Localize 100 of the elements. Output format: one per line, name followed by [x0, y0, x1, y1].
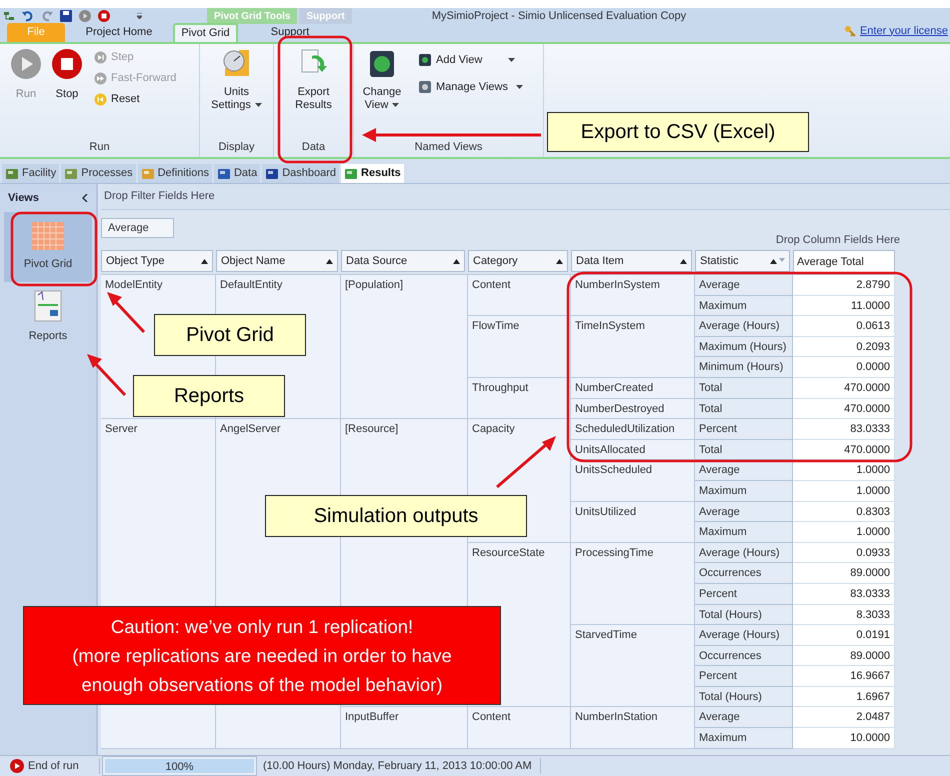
statistic-cell: Average — [695, 707, 793, 728]
statistic-cell: Average — [695, 275, 793, 296]
fast-forward-icon — [94, 72, 107, 84]
stop-icon — [51, 48, 83, 80]
value-cell: 10.0000 — [793, 728, 895, 749]
simulation-time: (10.00 Hours) Monday, February 11, 2013 10:00:00 AM — [257, 758, 541, 774]
reset-button[interactable]: Reset — [94, 90, 176, 108]
statistic-cell: Maximum — [695, 522, 793, 543]
run-state-text: End of run — [28, 758, 79, 774]
value-cell: 0.2093 — [793, 336, 895, 358]
value-cell: 83.0333 — [793, 584, 895, 604]
row-header-cell: NumberDestroyed — [571, 398, 695, 420]
ribbon-tab[interactable]: Support — [240, 23, 340, 42]
statistic-cell: Maximum — [695, 480, 793, 502]
caret-icon — [392, 103, 400, 108]
value-cell: 89.0000 — [793, 646, 895, 666]
value-cell: 8.3033 — [793, 604, 895, 626]
value-cell: 470.0000 — [793, 440, 895, 460]
document-tab[interactable]: Data — [214, 164, 260, 183]
statistic-cell: Average (Hours) — [695, 625, 793, 646]
statistic-cell: Percent — [695, 584, 793, 604]
value-cell: 2.8790 — [793, 275, 895, 296]
statistic-cell: Average (Hours) — [695, 316, 793, 337]
arrow — [87, 354, 126, 396]
callout-label: Export to CSV (Excel) — [547, 112, 809, 152]
row-header-cell: TimeInSystem — [571, 316, 695, 378]
column-header[interactable]: Category — [468, 250, 568, 272]
sort-arrow-icon — [201, 258, 208, 264]
sort-arrow-icon — [453, 258, 460, 264]
collapse-icon[interactable] — [82, 194, 88, 202]
group-label: Run — [88, 140, 111, 155]
statistic-cell: Occurrences — [695, 646, 793, 666]
column-header[interactable]: Object Type — [101, 250, 213, 272]
row-header-cell: ProcessingTime — [571, 542, 695, 626]
document-tab[interactable]: Definitions — [138, 164, 212, 183]
customize-icon[interactable] — [137, 13, 142, 19]
statistic-cell: Total (Hours) — [695, 686, 793, 708]
data-field-chip[interactable]: Average — [101, 218, 174, 238]
manage-views-button[interactable]: Manage Views — [418, 78, 523, 95]
license-link[interactable]: Enter your license — [860, 22, 950, 39]
contextual-tab-group-label: Support — [299, 8, 352, 24]
stop-button[interactable]: Stop — [48, 48, 86, 139]
column-header[interactable]: Data Item — [571, 250, 692, 272]
units-settings-button[interactable]: Units Settings — [200, 44, 273, 139]
value-cell: 0.0000 — [793, 357, 895, 378]
sort-arrow-icon — [556, 258, 563, 264]
export-results-button[interactable]: Export Results — [274, 44, 353, 139]
value-cell: 16.9667 — [793, 666, 895, 687]
column-header[interactable]: Object Name — [216, 250, 338, 272]
statistic-cell: Total (Hours) — [695, 604, 793, 626]
value-cell: 11.0000 — [793, 296, 895, 316]
statistic-cell: Percent — [695, 419, 793, 440]
callout-label: Reports — [133, 375, 285, 417]
view-item[interactable]: Reports — [4, 282, 92, 352]
camera-icon — [418, 80, 432, 94]
value-cell: 1.0000 — [793, 480, 895, 502]
step-icon — [94, 50, 107, 64]
row-header-cell: [Population] — [341, 275, 468, 420]
row-header-cell: StarvedTime — [571, 625, 695, 708]
row-header-cell: NumberInStation — [571, 707, 695, 749]
group-label: Data — [300, 140, 326, 155]
column-header[interactable]: Statistic — [695, 250, 790, 272]
undo-icon[interactable] — [22, 10, 34, 22]
progress-text: 100% — [164, 760, 195, 775]
window-title: MySimioProject - Simio Unlicensed Evaluation Copy — [432, 8, 686, 24]
row-header-cell: Content — [468, 275, 571, 316]
play-icon[interactable] — [79, 10, 91, 22]
caret-icon — [508, 58, 516, 62]
row-header-cell: NumberInSystem — [571, 275, 695, 316]
save-icon[interactable] — [60, 10, 72, 22]
document-tab[interactable]: Processes — [61, 164, 136, 183]
value-cell: 1.6967 — [793, 686, 895, 708]
value-cell: 0.0191 — [793, 625, 895, 646]
ribbon-tab[interactable]: Pivot Grid — [173, 23, 238, 42]
row-header-cell: UnitsAllocated — [571, 440, 695, 460]
column-header[interactable]: Data Source — [341, 250, 465, 272]
document-tab[interactable]: Dashboard — [262, 164, 340, 183]
statistic-cell: Occurrences — [695, 563, 793, 584]
stop-icon[interactable] — [98, 10, 110, 22]
statistic-cell: Minimum (Hours) — [695, 357, 793, 378]
value-cell: 470.0000 — [793, 378, 895, 399]
document-tab[interactable]: Facility — [2, 164, 60, 183]
contextual-tab-group-label: Pivot Grid Tools — [207, 8, 298, 24]
row-header-cell: NumberCreated — [571, 378, 695, 399]
add-view-button[interactable]: Add View — [418, 52, 523, 68]
ribbon-tab[interactable]: Project Home — [69, 23, 169, 42]
group-label: Named Views — [414, 140, 484, 155]
report-icon — [34, 290, 62, 322]
column-drop-area: Drop Column Fields Here — [776, 232, 900, 248]
caret-icon — [516, 84, 523, 89]
column-header: Average Total — [793, 250, 895, 274]
value-cell: 0.0933 — [793, 542, 895, 564]
view-item[interactable]: Pivot Grid — [4, 212, 92, 282]
caution-note: Caution: we’ve only run 1 replication! (more replications are needed in order to have enough observations of the model behavior) — [23, 606, 501, 705]
callout-label: Simulation outputs — [265, 495, 527, 537]
value-cell: 0.0613 — [793, 316, 895, 337]
document-tab[interactable]: Results — [341, 164, 404, 183]
value-cell: 1.0000 — [793, 522, 895, 543]
filter-drop-area: Drop Filter Fields Here — [101, 188, 215, 205]
value-cell: 470.0000 — [793, 398, 895, 420]
